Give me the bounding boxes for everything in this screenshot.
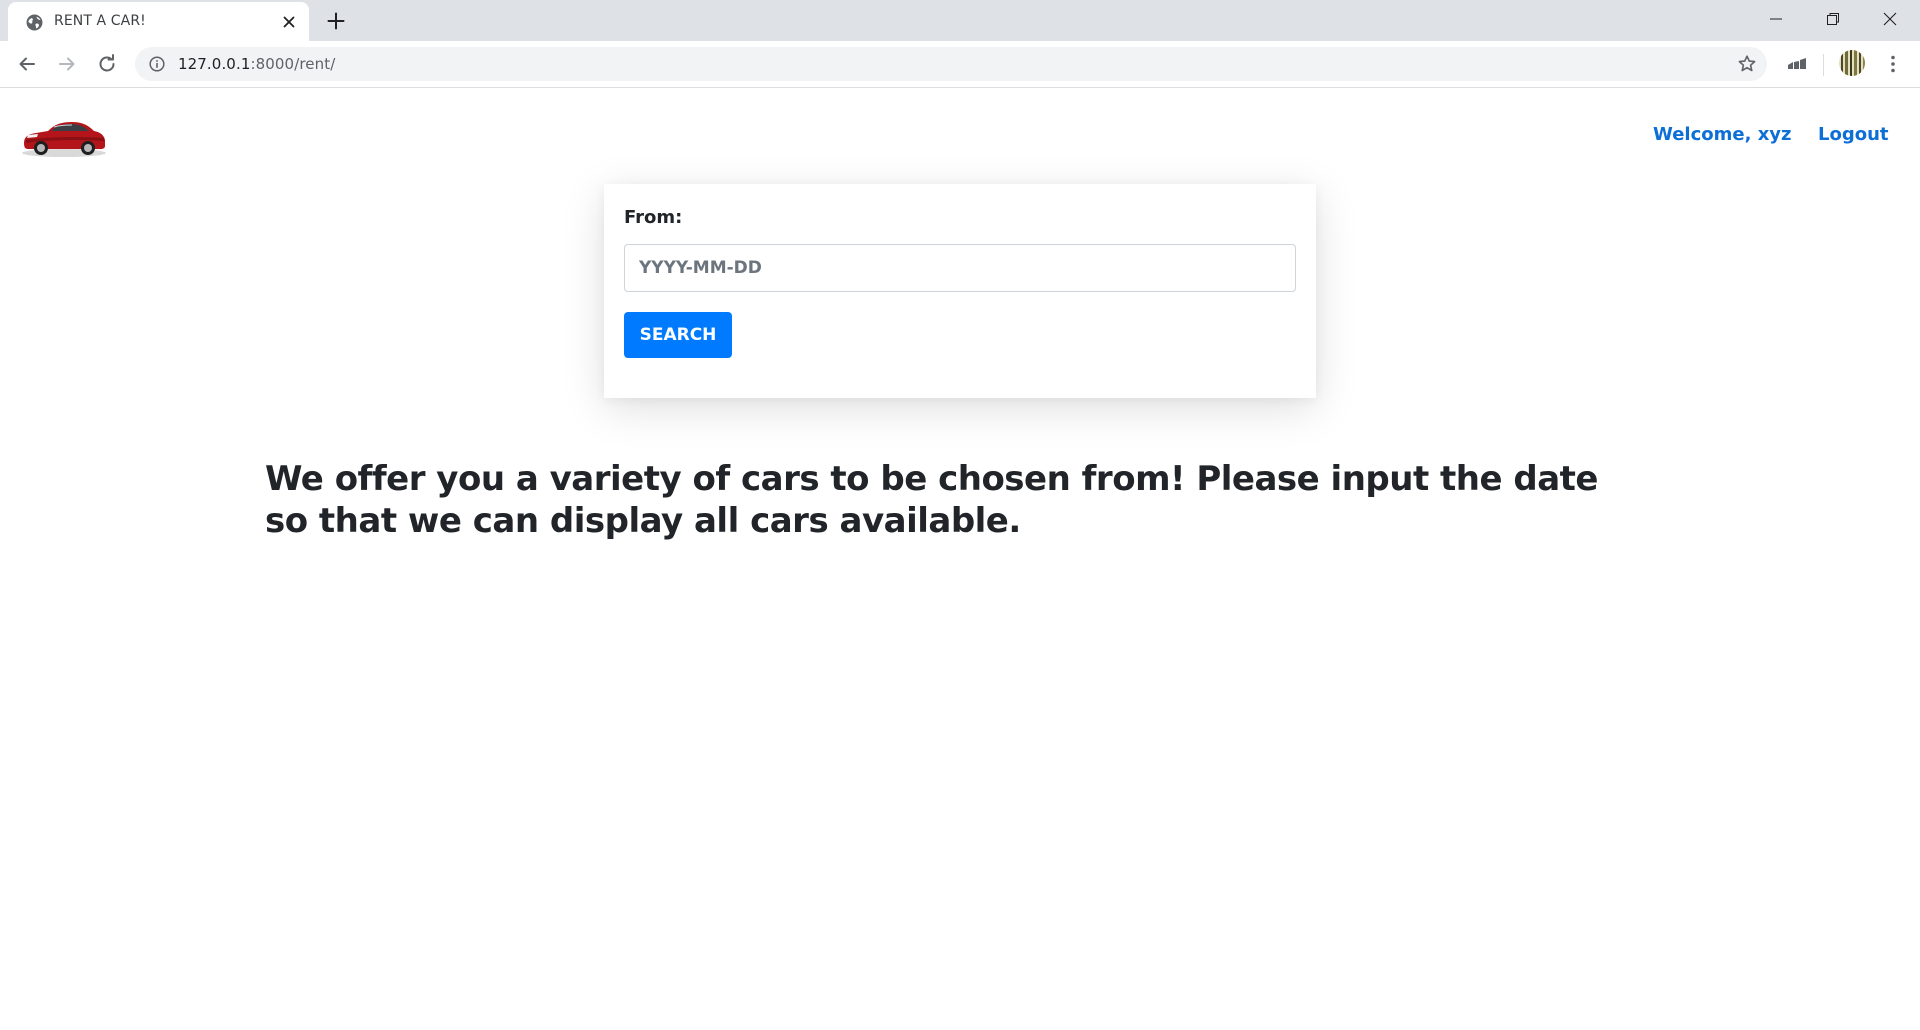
forward-arrow-icon[interactable] [55, 52, 79, 76]
restore-icon[interactable] [1820, 6, 1846, 32]
browser-tab-strip: RENT A CAR! [0, 0, 1920, 41]
browser-toolbar: 127.0.0.1:8000/rent/ [0, 41, 1920, 88]
from-label: From: [624, 207, 683, 228]
chrome-menu-icon[interactable] [1881, 52, 1905, 76]
globe-icon [26, 14, 43, 31]
date-input[interactable] [624, 244, 1296, 292]
back-arrow-icon[interactable] [15, 52, 39, 76]
profile-avatar-icon[interactable] [1838, 49, 1866, 77]
address-bar[interactable]: 127.0.0.1:8000/rent/ [135, 47, 1767, 81]
red-car-logo[interactable] [20, 113, 108, 159]
extension-icon[interactable] [1785, 52, 1809, 76]
search-form-card: From: SEARCH [604, 184, 1316, 398]
bookmark-star-icon[interactable] [1737, 54, 1757, 74]
browser-tab[interactable]: RENT A CAR! [8, 2, 309, 41]
info-icon[interactable] [149, 56, 165, 72]
logout-link[interactable]: Logout [1818, 124, 1889, 145]
url-text[interactable]: 127.0.0.1:8000/rent/ [178, 55, 335, 73]
tab-title: RENT A CAR! [54, 13, 146, 29]
url-host: 127.0.0.1 [178, 55, 251, 73]
new-tab-plus-icon[interactable] [325, 10, 347, 32]
url-path: :8000/rent/ [250, 55, 336, 73]
search-button[interactable]: SEARCH [624, 312, 732, 358]
toolbar-separator [1823, 54, 1824, 76]
tagline-heading: We offer you a variety of cars to be cho… [265, 459, 1598, 541]
minimize-icon[interactable] [1763, 6, 1789, 32]
welcome-user-link[interactable]: Welcome, xyz [1653, 124, 1792, 145]
close-icon[interactable] [1877, 6, 1903, 32]
page-content: Welcome, xyz Logout From: SEARCH We offe… [0, 88, 1920, 1030]
tab-close-icon[interactable] [280, 13, 298, 31]
reload-icon[interactable] [95, 52, 119, 76]
